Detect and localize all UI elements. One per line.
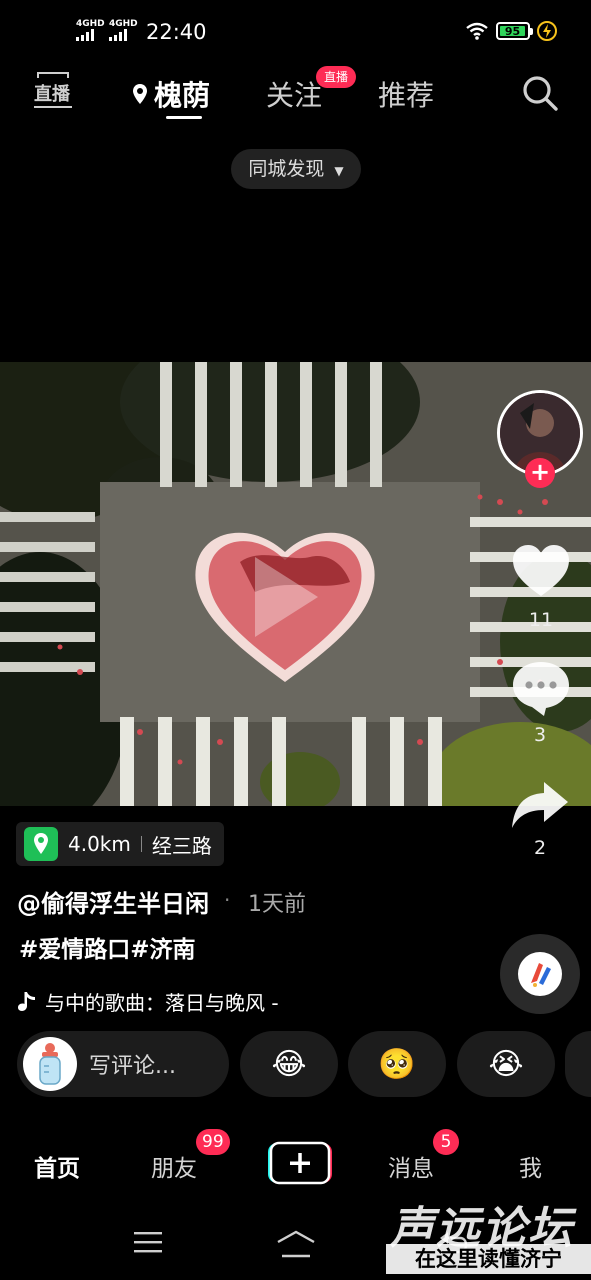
cell-signal-1: 4GHD	[76, 20, 105, 41]
hashtags[interactable]: #爱情路口#济南	[19, 930, 196, 964]
active-tab-indicator	[166, 116, 202, 119]
tab-friends[interactable]: 朋友	[151, 1149, 197, 1183]
like-count: 11	[528, 609, 554, 631]
emoji-button-pleading[interactable]: 🥺	[348, 1031, 446, 1097]
charging-bolt-icon	[537, 21, 557, 41]
cell-signal-2: 4GHD	[109, 20, 138, 41]
battery-level: 95	[500, 26, 525, 37]
create-post-button[interactable]	[268, 1141, 332, 1185]
like-heart-icon[interactable]	[511, 544, 571, 598]
tab-home[interactable]: 首页	[34, 1149, 80, 1183]
music-disc-button[interactable]	[500, 934, 580, 1014]
emoji-button-laugh[interactable]: 😂	[240, 1031, 338, 1097]
music-cover	[518, 952, 562, 996]
comment-bubble-icon[interactable]	[510, 660, 572, 718]
city-discover-label: 同城发现	[248, 158, 325, 180]
signal-bars-icon	[109, 29, 138, 41]
live-entry-label: 直播	[34, 84, 70, 105]
city-discover-chip[interactable]: 同城发现 ▼	[231, 149, 361, 189]
pleading-emoji-icon: 🥺	[378, 1046, 416, 1082]
wifi-icon	[466, 22, 488, 40]
music-cover-icon	[531, 963, 551, 987]
follow-button[interactable]: +	[525, 458, 555, 488]
battery-tip	[530, 28, 533, 35]
my-avatar	[23, 1037, 77, 1091]
tab-messages[interactable]: 消息	[388, 1149, 434, 1183]
battery-icon: 95	[496, 22, 530, 40]
status-bar: 4GHD 4GHD 22:40 95	[0, 0, 591, 64]
comment-count: 3	[533, 724, 547, 746]
messages-badge: 5	[433, 1129, 459, 1155]
laughing-emoji-icon: 😂	[271, 1046, 307, 1082]
menu-lines-icon[interactable]	[134, 1230, 162, 1254]
tab-following[interactable]: 关注	[266, 74, 322, 114]
music-note-icon	[18, 991, 35, 1011]
post-time: 1天前	[248, 892, 306, 917]
map-pin-icon	[24, 827, 58, 861]
place-label: 经三路	[151, 833, 212, 858]
dot-separator: ·	[224, 888, 231, 912]
share-arrow-icon[interactable]	[510, 780, 570, 830]
music-info[interactable]: 与中的歌曲：落日与晚风 -	[17, 987, 279, 1016]
home-icon[interactable]	[276, 1230, 316, 1258]
comment-input[interactable]: 写评论...	[17, 1031, 229, 1097]
chevron-down-icon: ▼	[334, 164, 344, 178]
watermark-subtitle: 在这里读懂济宁	[386, 1244, 591, 1274]
search-icon[interactable]	[521, 74, 559, 112]
live-entry-button[interactable]: 直播	[34, 72, 72, 112]
tab-me[interactable]: 我	[519, 1149, 542, 1183]
tv-antenna-icon	[37, 72, 69, 78]
clock: 22:40	[146, 20, 207, 44]
tab-recommend[interactable]: 推荐	[378, 74, 434, 114]
location-chip[interactable]: 4.0km 经三路	[16, 822, 224, 866]
signal-bars-icon	[76, 29, 105, 41]
friends-badge: 99	[196, 1129, 230, 1155]
tv-base-line	[34, 106, 72, 108]
emoji-button-more[interactable]	[565, 1031, 591, 1097]
comment-placeholder: 写评论...	[89, 1054, 176, 1079]
share-count: 2	[533, 837, 547, 859]
crying-emoji-icon: 😭	[488, 1046, 524, 1082]
emoji-button-crying[interactable]: 😭	[457, 1031, 555, 1097]
following-live-badge: 直播	[316, 66, 357, 88]
location-divider	[140, 836, 142, 852]
baby-bottle-icon	[39, 1043, 61, 1085]
distance-label: 4.0km	[68, 832, 131, 856]
tab-local[interactable]: 槐荫	[132, 74, 210, 114]
tab-local-label: 槐荫	[154, 79, 211, 112]
forum-watermark: 声远论坛 在这里读懂济宁	[386, 1192, 591, 1280]
network-type-2: 4GHD	[109, 19, 138, 29]
network-type-1: 4GHD	[76, 19, 105, 29]
author-name[interactable]: @偷得浮生半日闲	[17, 884, 209, 919]
plus-icon	[268, 1141, 332, 1185]
music-title: 与中的歌曲：落日与晚风 -	[45, 991, 279, 1015]
location-pin-icon	[133, 84, 147, 104]
